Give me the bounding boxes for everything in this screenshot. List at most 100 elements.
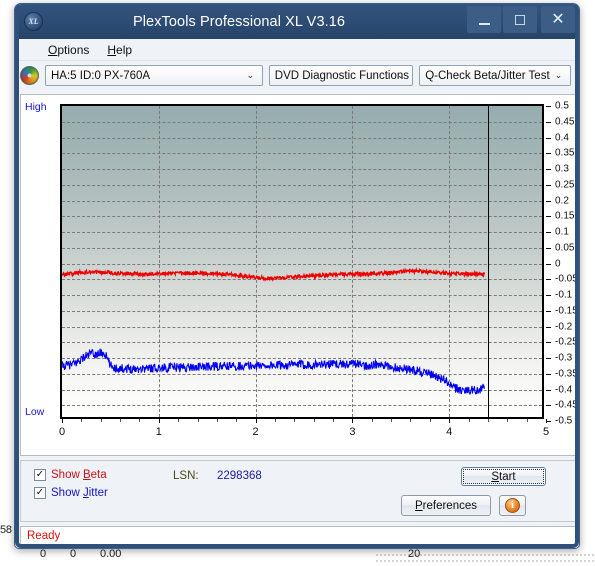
chevron-down-icon: ⌄ [396, 70, 405, 80]
app-logo-icon: XL [24, 12, 43, 31]
y-tick-mark [546, 263, 551, 265]
menu-item-options[interactable]: Options [39, 41, 98, 59]
close-button[interactable]: ✕ [541, 6, 575, 33]
selector-toolbar: HA:5 ID:0 PX-760A ⌄ DVD Diagnostic Funct… [15, 61, 579, 90]
axis-label-low: Low [25, 406, 45, 418]
menu-bar: Options Help [15, 39, 579, 61]
focus-ring [463, 469, 544, 484]
x-tick-label: 3 [349, 426, 356, 438]
y-tick-mark [546, 279, 551, 281]
start-button[interactable]: Start [461, 467, 546, 486]
drive-select[interactable]: HA:5 ID:0 PX-760A ⌄ [45, 65, 263, 86]
y-tick-mark [546, 184, 551, 186]
axis-label-high: High [25, 101, 47, 113]
series-canvas [62, 266, 486, 396]
status-bar: Ready [20, 526, 576, 545]
y-tick-label: 0.25 [555, 179, 575, 191]
preferences-button[interactable]: Preferences [401, 495, 491, 516]
y-tick-mark [546, 216, 551, 218]
optical-disc-icon [20, 66, 39, 85]
show-jitter-label: Show Jitter [51, 487, 108, 499]
lsn-label: LSN: [173, 470, 199, 482]
controls-panel: ✓ Show Beta ✓ Show Jitter LSN: 2298368 S… [20, 460, 576, 522]
x-tick-label: 4 [446, 426, 453, 438]
plot-area[interactable] [60, 104, 544, 419]
x-tick-minor [333, 419, 335, 422]
test-select[interactable]: Q-Check Beta/Jitter Test ⌄ [419, 65, 571, 86]
y-tick-mark [546, 121, 551, 123]
info-icon: i [505, 498, 520, 513]
y-tick-mark [546, 405, 551, 407]
function-select-value: DVD Diagnostic Functions [274, 69, 409, 82]
info-button[interactable]: i [499, 495, 526, 516]
status-text: Ready [27, 529, 61, 542]
chevron-down-icon: ⌄ [246, 70, 255, 80]
beta-jitter-chart: High Low 0.5 0.45 0.4 0.35 0.3 0.25 0.2 0.15 0.1… [21, 95, 578, 457]
maximize-button[interactable] [503, 6, 537, 33]
close-icon: ✕ [551, 10, 565, 28]
x-tick-mark [255, 419, 257, 423]
x-tick-minor [313, 419, 315, 422]
x-tick-minor [216, 419, 218, 422]
y-tick-mark [546, 389, 551, 391]
y-tick-mark [546, 169, 551, 170]
drive-select-value: HA:5 ID:0 PX-760A [51, 69, 151, 82]
maximize-icon [515, 14, 525, 25]
show-beta-checkbox-row[interactable]: ✓ Show Beta [34, 469, 107, 481]
y-tick-label: 0.2 [555, 195, 569, 206]
y-tick-mark [546, 200, 551, 202]
preferences-button-label: Preferences [414, 499, 477, 512]
show-jitter-checkbox-row[interactable]: ✓ Show Jitter [34, 487, 108, 499]
y-tick-label: -0.2 [555, 321, 573, 332]
y-tick-label: -0.5 [555, 415, 573, 427]
y-tick-mark [546, 326, 551, 328]
x-tick-minor [391, 419, 393, 422]
y-tick-label: 0.05 [555, 242, 575, 254]
y-tick-mark [546, 153, 551, 155]
y-tick-mark [546, 310, 551, 312]
x-tick-label: 2 [252, 426, 259, 438]
y-tick-label: 0.4 [555, 132, 569, 143]
show-beta-checkbox[interactable]: ✓ [34, 469, 46, 481]
y-tick-label: -0.05 [555, 273, 578, 285]
x-tick-minor [178, 419, 180, 422]
background-dotted-axis [375, 552, 595, 564]
minimize-icon [478, 22, 490, 25]
menu-item-help-label: elp [116, 42, 133, 57]
x-tick-minor [120, 419, 122, 422]
background-fragment-left: 58 [0, 524, 12, 536]
function-select[interactable]: DVD Diagnostic Functions ⌄ [268, 65, 414, 86]
x-tick-minor [410, 419, 412, 422]
show-jitter-checkbox[interactable]: ✓ [34, 487, 46, 499]
menu-item-help[interactable]: Help [98, 41, 141, 59]
y-tick-mark [546, 295, 551, 296]
minimize-button[interactable] [467, 6, 501, 33]
y-tick-mark [546, 342, 551, 344]
x-tick-minor [429, 419, 431, 422]
data-end-marker [487, 106, 489, 417]
x-tick-mark [352, 419, 354, 423]
x-tick-minor [81, 419, 83, 422]
y-tick-label: 0.35 [555, 147, 575, 159]
y-tick-label: 0 [555, 258, 561, 269]
x-tick-mark [62, 419, 63, 423]
title-bar[interactable]: XL PlexTools Professional XL V3.16 ✕ [15, 4, 579, 39]
x-tick-minor [139, 419, 141, 422]
y-tick-label: -0.4 [555, 384, 573, 395]
y-tick-label: -0.35 [555, 368, 578, 380]
y-tick-label: 0.15 [555, 210, 575, 222]
y-tick-mark [546, 358, 551, 359]
x-tick-label: 0 [58, 426, 66, 438]
y-tick-label: 0.5 [555, 100, 569, 112]
x-tick-minor [371, 419, 373, 422]
lsn-value: 2298368 [217, 470, 262, 482]
y-tick-label: 0.1 [555, 226, 569, 238]
x-tick-minor [236, 419, 238, 422]
y-tick-mark [546, 232, 551, 233]
x-tick-minor [294, 419, 296, 422]
background-value-1: 0 [70, 548, 77, 560]
x-tick-minor [100, 419, 102, 422]
y-tick-label: -0.15 [555, 305, 578, 317]
x-tick-minor [507, 419, 509, 422]
chevron-down-icon: ⌄ [554, 70, 563, 80]
